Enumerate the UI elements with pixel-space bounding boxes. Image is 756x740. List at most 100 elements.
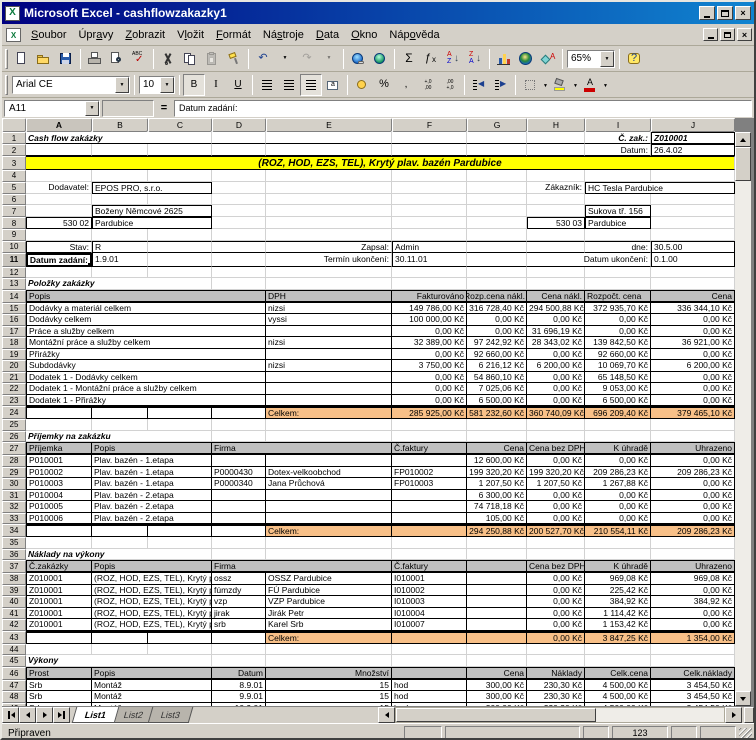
cell-A22[interactable]: Dodatek 1 - Montážní práce a služby celk… <box>26 383 266 395</box>
cell-G43[interactable] <box>467 631 527 644</box>
cell-D12[interactable] <box>212 267 266 279</box>
cell-G45[interactable] <box>467 655 527 667</box>
menu-data[interactable]: Data <box>310 27 345 43</box>
cell-E31[interactable] <box>266 490 392 502</box>
cell-B44[interactable] <box>92 644 148 656</box>
cell-J41[interactable]: 0,00 Kč <box>651 608 735 620</box>
row-header-28[interactable]: 28 <box>2 455 26 467</box>
cell-A46[interactable]: Prost <box>26 667 92 680</box>
cell-G4[interactable] <box>467 170 527 182</box>
cell-E45[interactable] <box>266 655 392 667</box>
cell-I41[interactable]: 1 114,42 Kč <box>585 608 651 620</box>
cell-J7[interactable] <box>651 205 735 217</box>
cell-G30[interactable]: 1 207,50 Kč <box>467 478 527 490</box>
cell-A9[interactable] <box>26 229 92 241</box>
cell-D2[interactable] <box>212 144 266 156</box>
cell-F43[interactable] <box>392 631 467 644</box>
cell-G7[interactable] <box>467 205 527 217</box>
cell-F16[interactable]: 100 000,00 Kč <box>392 314 467 326</box>
cell-D27[interactable]: Firma <box>212 442 392 455</box>
cell-E38[interactable]: OSSZ Pardubice <box>266 573 392 585</box>
chart-wizard-button[interactable] <box>493 48 515 70</box>
column-header-I[interactable]: I <box>585 118 651 132</box>
menu-vlozit[interactable]: Vložit <box>171 27 210 43</box>
cell-F14[interactable]: Fakturováno <box>392 290 467 303</box>
cell-F11[interactable]: 30.11.01 <box>392 253 467 267</box>
cell-A35[interactable] <box>26 537 92 549</box>
cell-A13[interactable]: Položky zakázky <box>26 278 212 290</box>
row-header-46[interactable]: 46 <box>2 667 26 680</box>
cell-A27[interactable]: Příjemka <box>26 442 92 455</box>
cell-E33[interactable] <box>266 513 392 525</box>
currency-button[interactable] <box>351 74 373 96</box>
cell-I27[interactable]: K úhradě <box>585 442 651 455</box>
row-header-19[interactable]: 19 <box>2 349 26 361</box>
cell-F38[interactable]: I010001 <box>392 573 467 585</box>
cell-A25[interactable] <box>26 419 92 431</box>
cell-J18[interactable]: 36 921,00 Kč <box>651 337 735 349</box>
scroll-up-button[interactable] <box>735 132 751 147</box>
cell-D25[interactable] <box>212 419 266 431</box>
toolbar-grip[interactable] <box>5 49 8 69</box>
cell-F20[interactable]: 3 750,00 Kč <box>392 360 467 372</box>
cell-E9[interactable] <box>266 229 392 241</box>
cell-I16[interactable]: 0,00 Kč <box>585 314 651 326</box>
cell-C44[interactable] <box>148 644 212 656</box>
cell-G17[interactable]: 0,00 Kč <box>467 326 527 338</box>
cell-H5[interactable]: Zákazník: <box>527 182 585 194</box>
cell-H17[interactable]: 31 696,19 Kč <box>527 326 585 338</box>
cell-G6[interactable] <box>467 194 527 206</box>
cell-H33[interactable]: 0,00 Kč <box>527 513 585 525</box>
row-header-1[interactable]: 1 <box>2 132 26 144</box>
cell-B47[interactable]: Montáž <box>92 680 212 692</box>
cell-C9[interactable] <box>148 229 212 241</box>
name-box-dropdown-icon[interactable]: ▼ <box>85 101 99 116</box>
cell-I6[interactable] <box>585 194 651 206</box>
menu-nastroje[interactable]: Nástroje <box>257 27 310 43</box>
cell-J17[interactable]: 0,00 Kč <box>651 326 735 338</box>
workbook-close-button[interactable]: × <box>737 28 752 41</box>
cell-E44[interactable] <box>266 644 392 656</box>
cell-H20[interactable]: 6 200,00 Kč <box>527 360 585 372</box>
fill-color-button[interactable]: ▼ <box>549 74 579 96</box>
cell-J35[interactable] <box>651 537 735 549</box>
cell-J19[interactable]: 0,00 Kč <box>651 349 735 361</box>
cell-G26[interactable] <box>467 431 527 443</box>
cell-J37[interactable]: Uhrazeno <box>651 560 735 573</box>
cell-J43[interactable]: 1 354,00 Kč <box>651 631 735 644</box>
decrease-indent-button[interactable]: ◀ <box>468 74 490 96</box>
cell-J11[interactable]: 0.1.00 <box>651 253 735 267</box>
zoom-combobox[interactable]: 65%▼ <box>567 50 615 68</box>
cell-B32[interactable]: Plav. bazén - 2.etapa <box>92 501 212 513</box>
cell-F26[interactable] <box>392 431 467 443</box>
print-preview-button[interactable] <box>106 48 128 70</box>
cell-A32[interactable]: P010005 <box>26 501 92 513</box>
cell-E10[interactable]: Zapsal: <box>266 241 392 253</box>
cell-C4[interactable] <box>148 170 212 182</box>
cell-J6[interactable] <box>651 194 735 206</box>
cell-G14[interactable]: Rozp.cena nákl. <box>467 290 527 303</box>
cell-G34[interactable]: 294 250,88 Kč <box>467 524 527 537</box>
menu-zobrazit[interactable]: Zobrazit <box>119 27 171 43</box>
cell-A28[interactable]: P010001 <box>26 455 92 467</box>
cell-A36[interactable]: Náklady na výkony <box>26 549 212 561</box>
help-button[interactable]: ? <box>623 48 645 70</box>
cell-A8[interactable]: 530 02 <box>26 217 92 229</box>
name-box[interactable]: A11 ▼ <box>4 100 100 117</box>
cell-F21[interactable]: 0,00 Kč <box>392 372 467 384</box>
cell-H1[interactable] <box>527 132 585 144</box>
row-header-25[interactable]: 25 <box>2 419 26 431</box>
cell-D28[interactable] <box>212 455 266 467</box>
row-header-27[interactable]: 27 <box>2 442 26 455</box>
cell-J25[interactable] <box>651 419 735 431</box>
cell-G46[interactable]: Cena <box>467 667 527 680</box>
autosum-button[interactable]: Σ <box>398 48 420 70</box>
menu-format[interactable]: Formát <box>210 27 257 43</box>
cell-E40[interactable]: VZP Pardubice <box>266 596 392 608</box>
cell-I40[interactable]: 384,92 Kč <box>585 596 651 608</box>
cell-F7[interactable] <box>392 205 467 217</box>
cell-D33[interactable] <box>212 513 266 525</box>
cell-A10[interactable]: Stav: <box>26 241 92 253</box>
cell-G38[interactable] <box>467 573 527 585</box>
column-header-C[interactable]: C <box>148 118 212 132</box>
